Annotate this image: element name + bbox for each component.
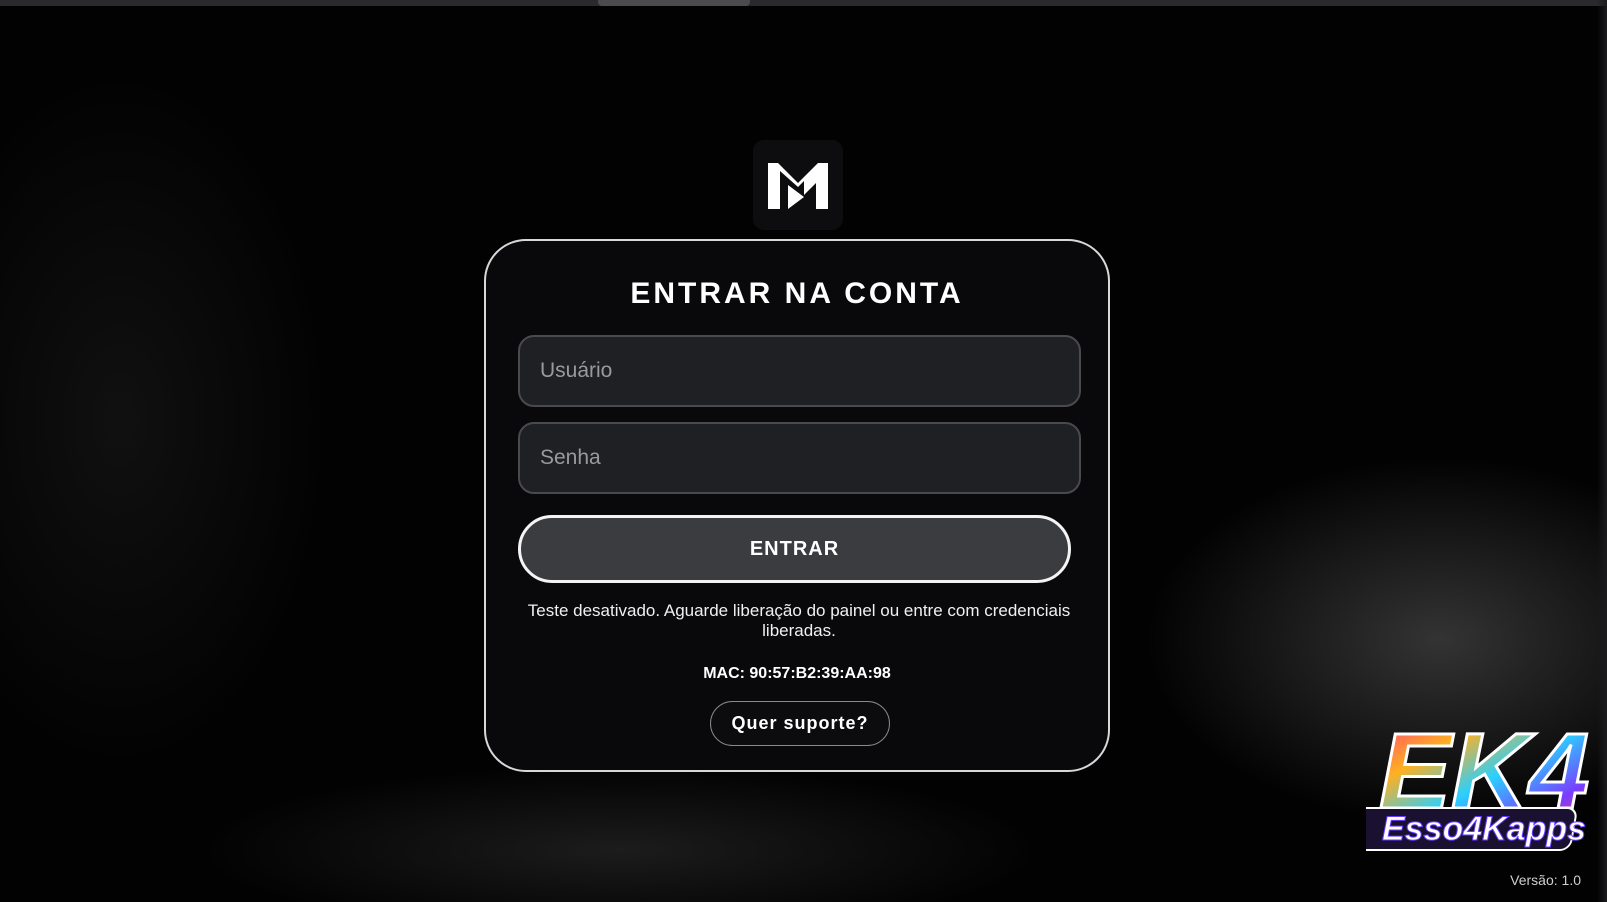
- esso4kapps-logo: EK4 Esso4Kapps: [1366, 709, 1591, 851]
- username-input[interactable]: [518, 335, 1081, 407]
- top-status-bar: [0, 0, 1607, 6]
- login-card: ENTRAR NA CONTA ENTRAR Teste desativado.…: [484, 239, 1110, 772]
- app-logo: [754, 141, 842, 229]
- mac-address: MAC: 90:57:B2:39:AA:98: [703, 665, 891, 682]
- status-notice: Teste desativado. Aguarde liberação do p…: [527, 601, 1071, 640]
- brand-bottom-text: Esso4Kapps: [1382, 810, 1586, 848]
- app-version: Versão: 1.0: [1510, 872, 1581, 888]
- password-input[interactable]: [518, 422, 1081, 494]
- login-title: ENTRAR NA CONTA: [630, 277, 964, 310]
- m-play-logo-icon: [768, 163, 828, 209]
- login-button[interactable]: ENTRAR: [518, 515, 1071, 583]
- support-button[interactable]: Quer suporte?: [710, 701, 890, 746]
- drag-handle[interactable]: [598, 0, 750, 6]
